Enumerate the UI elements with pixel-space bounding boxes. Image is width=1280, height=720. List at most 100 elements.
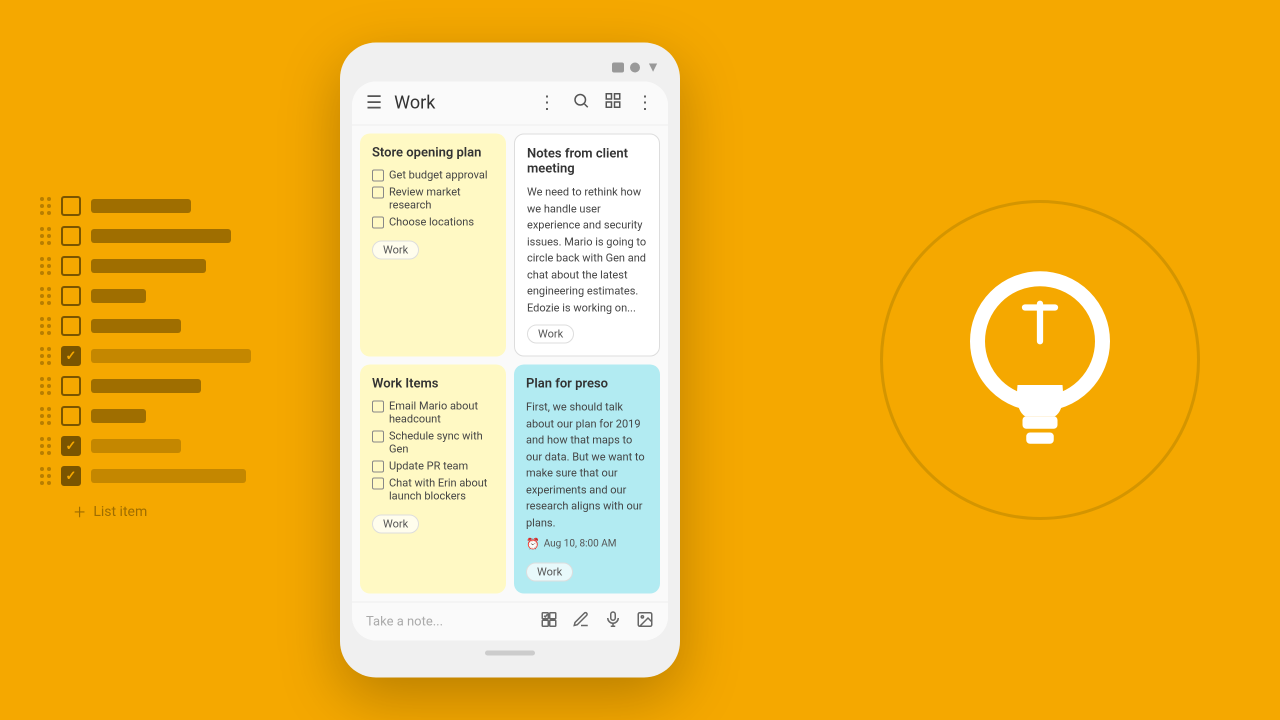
- drag-handle[interactable]: [40, 197, 51, 215]
- checklist-text-3: Choose locations: [389, 216, 474, 229]
- bar-7: [91, 379, 201, 393]
- bar-3: [91, 259, 206, 273]
- list-item: [40, 316, 251, 336]
- checklist-item-1: Get budget approval: [372, 169, 494, 182]
- checkbox-2[interactable]: [61, 226, 81, 246]
- grid-toggle-icon[interactable]: [604, 92, 622, 115]
- work-item-text-4: Chat with Erin about launch blockers: [389, 477, 494, 503]
- add-item-label: List item: [93, 504, 147, 520]
- bar-9: [91, 439, 181, 453]
- search-icon[interactable]: [572, 92, 590, 115]
- header-dots-icon[interactable]: ⋮: [538, 93, 556, 114]
- tag-work-client[interactable]: Work: [527, 325, 574, 344]
- work-mini-checkbox-3[interactable]: [372, 461, 384, 473]
- checkbox-9[interactable]: [61, 436, 81, 456]
- reminder-clock-icon: ⏰: [526, 538, 540, 551]
- bottom-bar: Take a note...: [352, 602, 668, 641]
- phone-status-bar: ▼: [352, 55, 668, 82]
- drag-handle[interactable]: [40, 437, 51, 455]
- checkbox-5[interactable]: [61, 316, 81, 336]
- work-item-4: Chat with Erin about launch blockers: [372, 477, 494, 503]
- app-header: ☰ Work ⋮ ⋮: [352, 82, 668, 126]
- checkbox-4[interactable]: [61, 286, 81, 306]
- bar-2: [91, 229, 231, 243]
- bar-4: [91, 289, 146, 303]
- tag-work-preso[interactable]: Work: [526, 563, 573, 582]
- bar-1: [91, 199, 191, 213]
- status-dot: [630, 62, 640, 72]
- work-mini-checkbox-2[interactable]: [372, 431, 384, 443]
- checkbox-6[interactable]: [61, 346, 81, 366]
- tag-work-store[interactable]: Work: [372, 241, 419, 260]
- list-item: [40, 226, 251, 246]
- drag-handle[interactable]: [40, 317, 51, 335]
- bottom-actions: [540, 611, 654, 633]
- list-item: [40, 196, 251, 216]
- bar-5: [91, 319, 181, 333]
- left-checklist: + List item: [40, 196, 251, 524]
- note-preso-body: First, we should talk about our plan for…: [526, 400, 648, 532]
- list-item: [40, 286, 251, 306]
- checkbox-3[interactable]: [61, 256, 81, 276]
- add-list-item[interactable]: + List item: [40, 500, 251, 524]
- list-item: [40, 346, 251, 366]
- logo-circle: [880, 200, 1200, 520]
- mini-checkbox-3[interactable]: [372, 217, 384, 229]
- note-plan-preso[interactable]: Plan for preso First, we should talk abo…: [514, 365, 660, 594]
- checkbox-10[interactable]: [61, 466, 81, 486]
- work-item-1: Email Mario about headcount: [372, 400, 494, 426]
- work-item-3: Update PR team: [372, 460, 494, 473]
- list-item: [40, 406, 251, 426]
- mini-checkbox-2[interactable]: [372, 187, 384, 199]
- checklist-item-3: Choose locations: [372, 216, 494, 229]
- bar-10: [91, 469, 246, 483]
- header-actions: ⋮: [572, 92, 654, 115]
- note-work-items[interactable]: Work Items Email Mario about headcount S…: [360, 365, 506, 594]
- drag-handle[interactable]: [40, 257, 51, 275]
- drag-handle[interactable]: [40, 467, 51, 485]
- tag-work-items[interactable]: Work: [372, 515, 419, 534]
- status-arrow: ▼: [646, 59, 660, 76]
- take-note-placeholder[interactable]: Take a note...: [366, 614, 540, 629]
- notes-grid: Store opening plan Get budget approval R…: [352, 126, 668, 602]
- work-item-text-2: Schedule sync with Gen: [389, 430, 494, 456]
- checkbox-7[interactable]: [61, 376, 81, 396]
- work-mini-checkbox-1[interactable]: [372, 401, 384, 413]
- bar-8: [91, 409, 146, 423]
- note-work-title: Work Items: [372, 377, 494, 392]
- note-store-title: Store opening plan: [372, 146, 494, 161]
- reminder: ⏰ Aug 10, 8:00 AM: [526, 538, 648, 551]
- phone-body: ▼ ☰ Work ⋮ ⋮: [340, 43, 680, 678]
- drag-handle[interactable]: [40, 407, 51, 425]
- checkbox-8[interactable]: [61, 406, 81, 426]
- draw-icon[interactable]: [572, 611, 590, 633]
- list-item: [40, 436, 251, 456]
- mic-icon[interactable]: [604, 611, 622, 633]
- phone-screen: ☰ Work ⋮ ⋮ Store opening plan: [352, 82, 668, 641]
- checklist-text-1: Get budget approval: [389, 169, 488, 182]
- drag-handle[interactable]: [40, 377, 51, 395]
- more-options-icon[interactable]: ⋮: [636, 93, 654, 114]
- drag-handle[interactable]: [40, 347, 51, 365]
- hamburger-icon[interactable]: ☰: [366, 93, 382, 114]
- note-client-title: Notes from client meeting: [527, 147, 647, 177]
- note-client-meeting[interactable]: Notes from client meeting We need to ret…: [514, 134, 660, 357]
- mini-checkbox-1[interactable]: [372, 170, 384, 182]
- note-client-body: We need to rethink how we handle user ex…: [527, 185, 647, 317]
- checklist-icon[interactable]: [540, 611, 558, 633]
- work-mini-checkbox-4[interactable]: [372, 478, 384, 490]
- note-store-opening[interactable]: Store opening plan Get budget approval R…: [360, 134, 506, 357]
- lightbulb-icon: [950, 260, 1130, 460]
- keep-logo: [880, 200, 1200, 520]
- list-item: [40, 376, 251, 396]
- work-item-2: Schedule sync with Gen: [372, 430, 494, 456]
- list-item: [40, 466, 251, 486]
- image-icon[interactable]: [636, 611, 654, 633]
- phone: ▼ ☰ Work ⋮ ⋮: [340, 43, 680, 678]
- drag-handle[interactable]: [40, 287, 51, 305]
- drag-handle[interactable]: [40, 227, 51, 245]
- bar-6: [91, 349, 251, 363]
- phone-home-bar[interactable]: [485, 651, 535, 656]
- list-item: [40, 256, 251, 276]
- checkbox-1[interactable]: [61, 196, 81, 216]
